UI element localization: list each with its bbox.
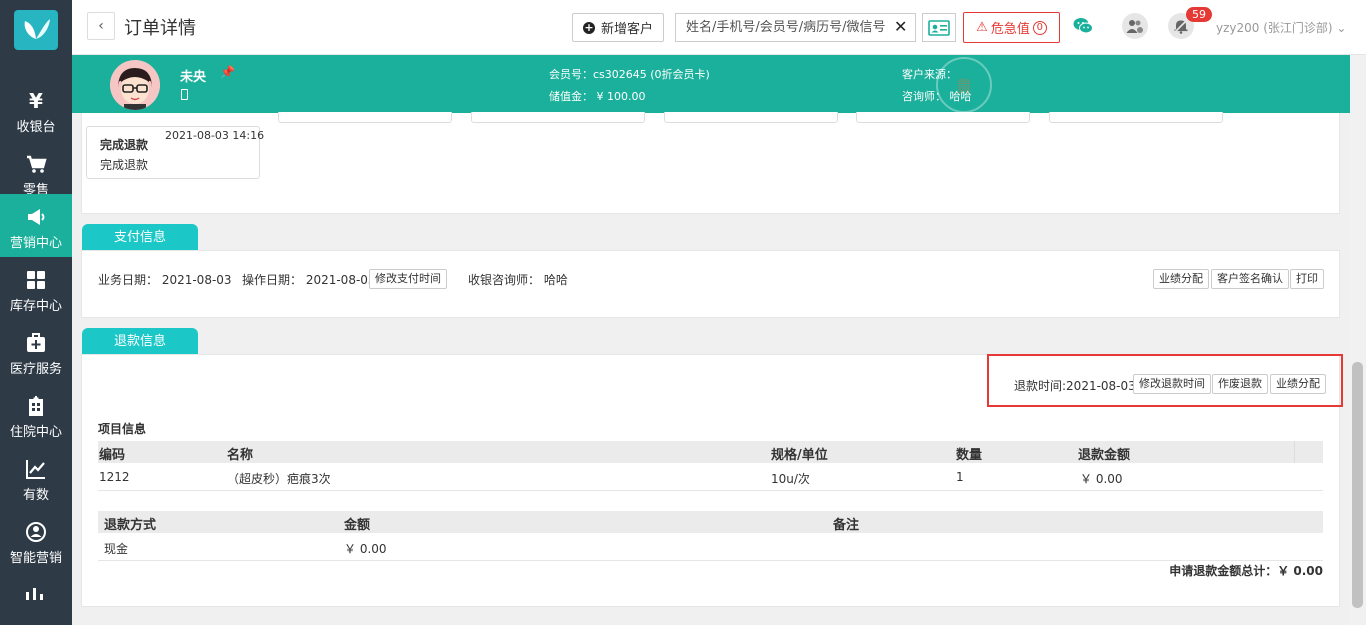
stored-balance: 储值金： ¥ 100.00 [549, 90, 646, 103]
yen-icon: ¥ [29, 89, 43, 113]
refund-total: 申请退款金额总计：￥ 0.00 [1169, 564, 1323, 578]
payment-info-panel: 业务日期： 2021-08-03 操作日期： 2021-08-03 修改支付时间… [81, 250, 1340, 318]
butterfly-logo-icon [24, 19, 50, 39]
id-card-button[interactable] [922, 13, 956, 42]
progress-step-card [1049, 112, 1223, 123]
chevron-left-icon: ‹ [98, 18, 104, 34]
business-date: 业务日期： 2021-08-03 [98, 273, 232, 287]
trend-chart-icon [26, 460, 45, 479]
new-customer-button[interactable]: + 新增客户 [572, 13, 664, 42]
group-settings-icon[interactable] [1122, 13, 1148, 39]
sidebar-item-inpatient[interactable]: 住院中心 [0, 383, 72, 446]
member-number: 会员号：cs302645 (0折会员卡) [549, 68, 710, 81]
order-progress-panel: 完成退款 2021-08-03 14:16 完成退款 [81, 112, 1340, 214]
app-logo[interactable] [14, 10, 58, 50]
main-content: 完成退款 2021-08-03 14:16 完成退款 支付信息 业务日期： 20… [72, 112, 1350, 625]
performance-allocation-button[interactable]: 业绩分配 [1153, 269, 1209, 289]
sidebar-item-medical[interactable]: 医疗服务 [0, 320, 72, 383]
top-header: ‹ 订单详情 + 新增客户 ✕ ⚠ 危急值 0 59 yzy200 (张江门诊部… [72, 0, 1366, 55]
sidebar: ¥ 收银台 零售 营销中心 库存中心 医疗服务 住院中心 有数 智能营销 [0, 0, 72, 625]
cart-icon [27, 155, 47, 173]
back-button[interactable]: ‹ [87, 12, 115, 40]
avatar [110, 60, 160, 110]
customer-name: 未央 [180, 70, 207, 85]
refund-performance-button[interactable]: 业绩分配 [1270, 374, 1326, 394]
customer-signature-button[interactable]: 客户签名确认 [1211, 269, 1289, 289]
progress-step-card [856, 112, 1030, 123]
customer-search-input[interactable] [675, 13, 916, 42]
sidebar-item-smart-marketing[interactable]: 智能营销 [0, 509, 72, 572]
bar-chart-icon[interactable] [24, 588, 46, 603]
progress-step-card [278, 112, 452, 123]
table-row: 1212 （超皮秒）疤痕3次 10u/次 1 ￥ 0.00 [98, 463, 1323, 491]
step-time: 2021-08-03 14:16 [165, 129, 265, 142]
smart-marketing-icon [26, 522, 46, 542]
notification-count-badge: 59 [1186, 7, 1212, 22]
step-description: 完成退款 [100, 158, 149, 172]
hospital-icon [29, 396, 43, 416]
plus-circle-icon: + [582, 20, 595, 34]
table-row: 现金 ￥ 0.00 [98, 533, 1323, 561]
refund-time: 退款时间:2021-08-03 [1014, 379, 1136, 393]
vip-stamp-icon: 貴 [936, 57, 992, 113]
progress-step-card [471, 112, 645, 123]
page-title: 订单详情 [124, 18, 196, 39]
clear-search-icon[interactable]: ✕ [894, 17, 907, 36]
grid-icon [27, 271, 45, 289]
void-refund-button[interactable]: 作废退款 [1212, 374, 1268, 394]
medical-kit-icon [27, 333, 45, 352]
cashier-consultant: 收银咨询师： 哈哈 [468, 273, 568, 287]
refund-method-table-header: 退款方式 金额 备注 [98, 511, 1323, 533]
critical-count-badge: 0 [1032, 20, 1047, 35]
tab-payment-info: 支付信息 [82, 224, 198, 252]
warning-icon: ⚠ [976, 20, 988, 35]
edit-payment-time-button[interactable]: 修改支付时间 [369, 269, 447, 289]
customer-info-bar: 未央 📌 会员号：cs302645 (0折会员卡) 储值金： ¥ 100.00 … [72, 55, 1366, 113]
items-section-title: 项目信息 [98, 422, 147, 436]
step-title: 完成退款 [100, 138, 149, 152]
sidebar-item-marketing[interactable]: 营销中心 [0, 194, 72, 257]
critical-value-button[interactable]: ⚠ 危急值 0 [963, 12, 1060, 43]
tab-refund-info: 退款信息 [82, 328, 198, 356]
operate-date: 操作日期： 2021-08-03 [242, 273, 376, 287]
megaphone-icon [28, 209, 45, 225]
wechat-icon[interactable] [1073, 17, 1093, 38]
pin-icon[interactable]: 📌 [220, 65, 235, 79]
edit-refund-time-button[interactable]: 修改退款时间 [1133, 374, 1211, 394]
refund-info-panel: 退款时间:2021-08-03 修改退款时间 作废退款 业绩分配 项目信息 编码… [81, 354, 1343, 607]
user-menu[interactable]: yzy200 (张江门诊部) ⌄ [1216, 19, 1346, 36]
phone-icon [181, 89, 188, 100]
scrollbar-thumb[interactable] [1352, 362, 1363, 608]
items-table-header: 编码 名称 规格/单位 数量 退款金额 [98, 441, 1323, 463]
sidebar-item-analytics[interactable]: 有数 [0, 446, 72, 509]
sidebar-item-inventory[interactable]: 库存中心 [0, 257, 72, 320]
print-button[interactable]: 打印 [1290, 269, 1324, 289]
id-card-icon [928, 19, 950, 36]
progress-step-card: 完成退款 2021-08-03 14:16 完成退款 [86, 126, 264, 179]
progress-step-card [664, 112, 838, 123]
sidebar-item-cashier[interactable]: ¥ 收银台 [0, 78, 72, 141]
